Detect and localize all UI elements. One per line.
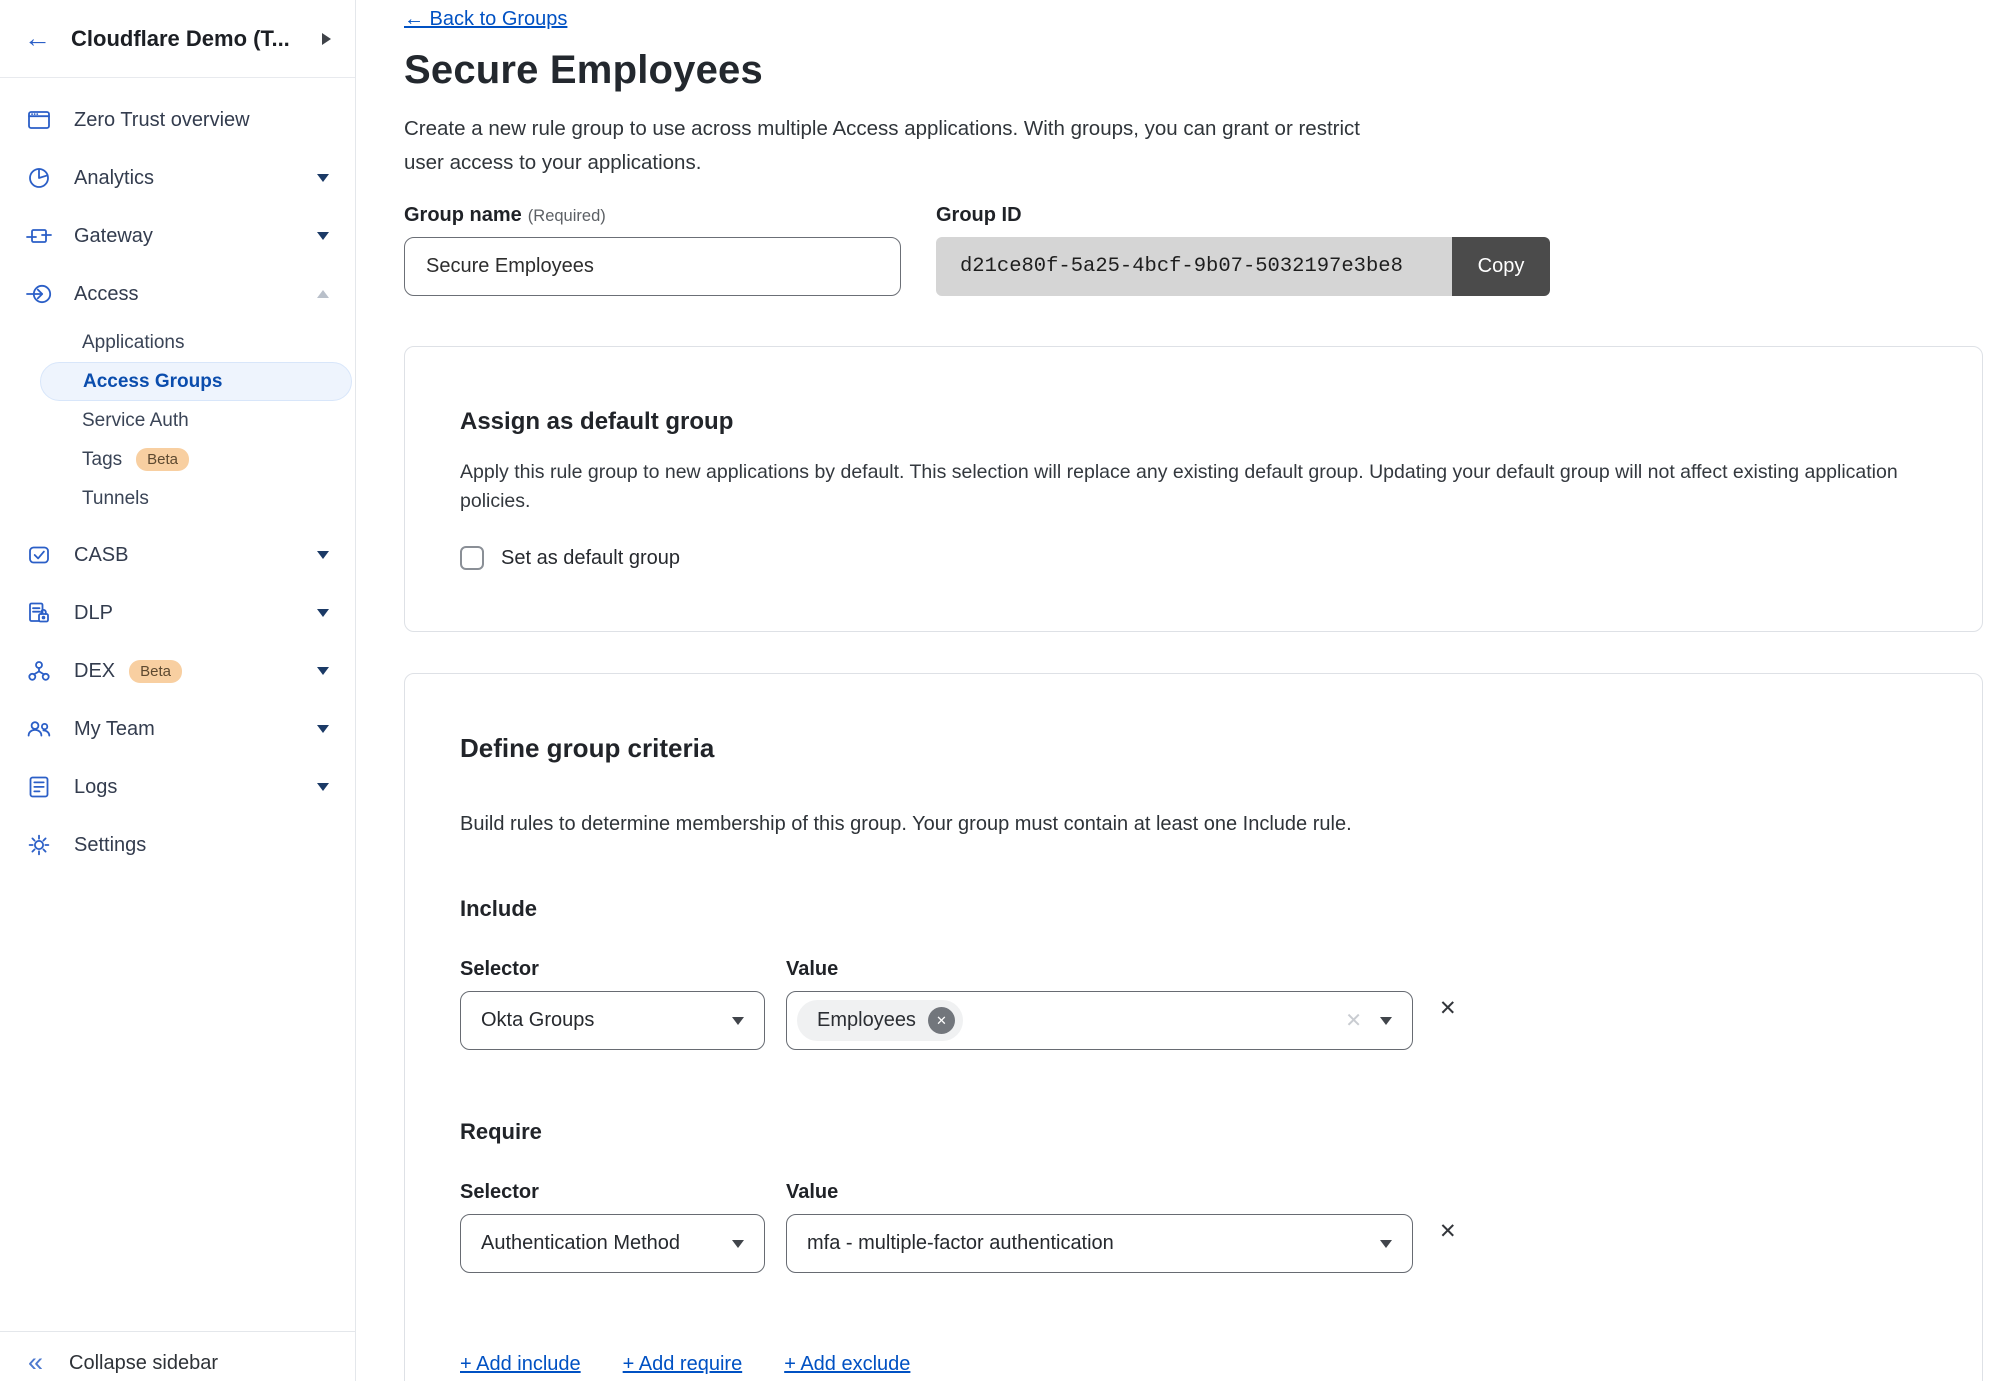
back-to-groups-link[interactable]: ← Back to Groups: [404, 8, 567, 31]
chevron-down-icon[interactable]: [317, 232, 329, 240]
sidebar-item-access-groups[interactable]: Access Groups: [40, 362, 352, 401]
back-arrow-icon[interactable]: ←: [24, 25, 51, 52]
sidebar-item-casb[interactable]: CASB: [0, 526, 355, 584]
require-selector-select[interactable]: Authentication Method: [460, 1214, 765, 1273]
sidebar-item-logs[interactable]: Logs: [0, 758, 355, 816]
require-selector-label: Selector: [460, 1181, 786, 1204]
assign-default-group-description: Apply this rule group to new application…: [460, 458, 1925, 516]
set-default-group-row[interactable]: Set as default group: [460, 546, 1927, 570]
group-name-input[interactable]: [404, 237, 901, 296]
require-rule-row: Authentication Method mfa - multiple-fac…: [460, 1214, 1927, 1273]
casb-icon: [26, 542, 52, 568]
access-icon: [26, 281, 52, 307]
define-group-criteria-title: Define group criteria: [460, 733, 1927, 764]
dlp-icon: [26, 600, 52, 626]
remove-include-rule-icon[interactable]: ✕: [1439, 998, 1457, 1019]
group-id-block: Group ID d21ce80f-5a25-4bcf-9b07-5032197…: [936, 204, 1550, 296]
sidebar-item-applications[interactable]: Applications: [0, 323, 355, 362]
sidebar-item-zero-trust-overview[interactable]: Zero Trust overview: [0, 91, 355, 149]
sidebar-item-settings[interactable]: Settings: [0, 816, 355, 874]
define-group-criteria-card: Define group criteria Build rules to det…: [404, 673, 1983, 1381]
sidebar-item-analytics[interactable]: Analytics: [0, 149, 355, 207]
sidebar-item-dex[interactable]: DEX Beta: [0, 642, 355, 700]
beta-badge: Beta: [129, 660, 182, 683]
gateway-icon: [26, 223, 52, 249]
team-icon: [26, 716, 52, 742]
gear-icon: [26, 832, 52, 858]
add-require-link[interactable]: + Add require: [623, 1353, 743, 1376]
chevron-down-icon: [1380, 1017, 1392, 1025]
sidebar-item-gateway[interactable]: Gateway: [0, 207, 355, 265]
include-rule-row: Okta Groups Employees ✕ ✕ ✕: [460, 991, 1927, 1050]
logs-icon: [26, 774, 52, 800]
collapse-sidebar-button[interactable]: « Collapse sidebar: [0, 1331, 355, 1381]
pie-chart-icon: [26, 165, 52, 191]
require-value-select[interactable]: mfa - multiple-factor authentication: [786, 1214, 1413, 1273]
expand-arrow-icon[interactable]: [322, 33, 331, 45]
chevron-down-icon[interactable]: [317, 667, 329, 675]
chevron-down-icon[interactable]: [317, 174, 329, 182]
dex-icon: [26, 658, 52, 684]
copy-button[interactable]: Copy: [1452, 237, 1550, 296]
chevron-down-icon: [1380, 1240, 1392, 1248]
assign-default-group-title: Assign as default group: [460, 408, 1927, 436]
chevron-down-icon[interactable]: [317, 783, 329, 791]
clear-values-icon[interactable]: ✕: [1345, 1008, 1362, 1033]
beta-badge: Beta: [136, 448, 189, 471]
default-group-checkbox[interactable]: [460, 546, 484, 570]
sidebar-item-dlp[interactable]: DLP: [0, 584, 355, 642]
assign-default-group-card: Assign as default group Apply this rule …: [404, 346, 1983, 632]
sidebar: ← Cloudflare Demo (T... Zero Trust overv…: [0, 0, 356, 1381]
main-content: ← Back to Groups Secure Employees Create…: [357, 0, 1999, 1381]
sidebar-nav: Zero Trust overview Analytics Gateway: [0, 78, 355, 874]
chevron-down-icon[interactable]: [317, 725, 329, 733]
remove-require-rule-icon[interactable]: ✕: [1439, 1221, 1457, 1242]
include-value-label: Value: [786, 958, 838, 981]
chevron-down-icon[interactable]: [317, 551, 329, 559]
sidebar-header: ← Cloudflare Demo (T...: [0, 0, 355, 78]
sidebar-item-tunnels[interactable]: Tunnels: [0, 479, 355, 518]
include-selector-label: Selector: [460, 958, 786, 981]
group-name-id-row: Group name(Required) Group ID d21ce80f-5…: [404, 204, 1999, 296]
sidebar-item-my-team[interactable]: My Team: [0, 700, 355, 758]
rule-actions-row: + Add include + Add require + Add exclud…: [460, 1353, 1927, 1376]
group-id-row: d21ce80f-5a25-4bcf-9b07-5032197e3be8 Cop…: [936, 237, 1550, 296]
sidebar-item-access[interactable]: Access: [0, 265, 355, 323]
default-group-checkbox-label: Set as default group: [501, 547, 680, 570]
group-id-label: Group ID: [936, 204, 1550, 227]
include-labels-row: Selector Value: [460, 958, 1927, 981]
chip-remove-icon[interactable]: ✕: [928, 1007, 955, 1034]
page-description: Create a new rule group to use across mu…: [404, 112, 1389, 180]
require-labels-row: Selector Value: [460, 1181, 1927, 1204]
group-name-field-block: Group name(Required): [404, 204, 936, 296]
value-chip: Employees ✕: [797, 1000, 963, 1041]
add-exclude-link[interactable]: + Add exclude: [784, 1353, 910, 1376]
chevron-up-icon[interactable]: [317, 290, 329, 298]
chevron-down-icon: [732, 1240, 744, 1248]
sidebar-item-tags[interactable]: Tags Beta: [0, 440, 355, 479]
group-name-label: Group name(Required): [404, 204, 936, 227]
account-title: Cloudflare Demo (T...: [71, 26, 290, 52]
window-icon: [26, 107, 52, 133]
require-value-label: Value: [786, 1181, 838, 1204]
add-include-link[interactable]: + Add include: [460, 1353, 581, 1376]
group-id-value: d21ce80f-5a25-4bcf-9b07-5032197e3be8: [936, 237, 1452, 296]
require-heading: Require: [460, 1119, 1927, 1145]
define-group-criteria-description: Build rules to determine membership of t…: [460, 813, 1927, 836]
include-value-combobox[interactable]: Employees ✕ ✕: [786, 991, 1413, 1050]
chevron-down-icon[interactable]: [317, 609, 329, 617]
sidebar-item-service-auth[interactable]: Service Auth: [0, 401, 355, 440]
include-selector-select[interactable]: Okta Groups: [460, 991, 765, 1050]
include-heading: Include: [460, 896, 1927, 922]
collapse-icon: «: [28, 1337, 43, 1376]
chevron-down-icon: [732, 1017, 744, 1025]
page-title: Secure Employees: [404, 48, 1999, 93]
